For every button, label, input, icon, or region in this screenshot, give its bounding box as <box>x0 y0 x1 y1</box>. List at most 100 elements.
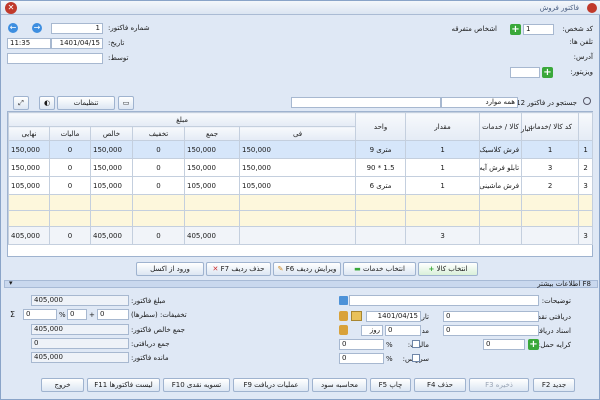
cell-final[interactable]: 150,000 <box>8 140 50 159</box>
col-net[interactable]: خالص <box>90 126 133 141</box>
select-goods-button[interactable]: انتخاب کالا + <box>418 262 478 276</box>
settings-button[interactable]: تنظیمات <box>57 96 115 110</box>
service-input[interactable]: 0 <box>339 353 384 364</box>
cell-net[interactable]: 150,000 <box>90 140 133 159</box>
cell-qty[interactable]: 1 <box>405 140 481 159</box>
empty-cell[interactable] <box>49 194 91 211</box>
add-visitor-button[interactable]: + <box>542 67 553 78</box>
freight-input[interactable]: 0 <box>483 339 525 350</box>
empty-cell[interactable] <box>184 194 240 211</box>
forward-arrow-icon[interactable]: → <box>32 23 42 33</box>
visitor-input[interactable] <box>510 67 540 78</box>
receive-ops-button[interactable]: عملیات دریافت F9 <box>233 378 309 392</box>
delete-button[interactable]: حذف F4 <box>414 378 466 392</box>
select-services-button[interactable]: انتخاب خدمات ▬ <box>343 262 416 276</box>
empty-cell[interactable] <box>355 210 407 227</box>
empty-cell[interactable] <box>184 210 240 227</box>
discount-percent-input[interactable]: 0 <box>67 309 87 320</box>
col-unit[interactable]: واحد <box>355 112 407 141</box>
empty-cell[interactable] <box>479 210 523 227</box>
cell-sum[interactable]: 150,000 <box>184 140 240 159</box>
empty-cell[interactable] <box>521 194 580 211</box>
cell-rownum[interactable]: 3 <box>578 176 594 195</box>
empty-cell[interactable] <box>132 194 185 211</box>
cell-sum[interactable]: 150,000 <box>184 158 240 177</box>
save-button[interactable]: ذخیره F3 <box>469 378 529 392</box>
col-qty[interactable]: مقدار <box>405 112 481 141</box>
cell-final[interactable]: 105,000 <box>8 176 50 195</box>
cell-tax[interactable]: 0 <box>49 158 91 177</box>
empty-cell[interactable] <box>405 210 481 227</box>
table-row[interactable]: 150,000 0 150,000 0 150,000 150,000 9 متری 1 فرش… <box>8 140 594 159</box>
table-row[interactable]: 105,000 0 105,000 0 105,000 105,000 6 متری 1 فرش… <box>8 176 594 195</box>
empty-row[interactable] <box>8 210 594 227</box>
cell-tax[interactable]: 0 <box>49 140 91 159</box>
col-final[interactable]: نهایی <box>8 126 50 141</box>
by-input[interactable] <box>7 53 103 64</box>
cell-discount[interactable]: 0 <box>132 140 185 159</box>
empty-cell[interactable] <box>355 194 407 211</box>
col-tax[interactable]: مالیات <box>49 126 91 141</box>
search-input[interactable] <box>291 97 441 108</box>
cash-settle-button[interactable]: تسویه نقدی F10 <box>163 378 230 392</box>
cell-unit[interactable]: 90 * 1.5 <box>355 158 407 177</box>
cell-net[interactable]: 105,000 <box>90 176 133 195</box>
cell-discount[interactable]: 0 <box>132 158 185 177</box>
discount-total-input[interactable]: 0 <box>23 309 57 320</box>
empty-row[interactable] <box>8 194 594 211</box>
empty-cell[interactable] <box>90 194 133 211</box>
fullscreen-icon[interactable]: ⤢ <box>13 96 29 110</box>
service-checkbox[interactable] <box>412 354 420 362</box>
cell-net[interactable]: 150,000 <box>90 158 133 177</box>
cell-code[interactable]: 1 <box>521 140 580 159</box>
time-input[interactable]: 11:35 <box>7 38 51 49</box>
empty-cell[interactable] <box>8 194 50 211</box>
delete-row-button[interactable]: حذف ردیف F7 ✕ <box>206 262 271 276</box>
date-input[interactable]: 1401/04/15 <box>51 38 103 49</box>
customer-code-input[interactable]: 1 <box>523 24 554 35</box>
new-button[interactable]: جدید F2 <box>533 378 575 392</box>
profit-button[interactable]: محاسبه سود <box>312 378 367 392</box>
cell-final[interactable]: 150,000 <box>8 158 50 177</box>
cell-code[interactable]: 2 <box>521 176 580 195</box>
cell-rownum[interactable]: 1 <box>578 140 594 159</box>
cell-desc[interactable]: تابلو فرش آیه <box>479 158 523 177</box>
cell-sum[interactable]: 105,000 <box>184 176 240 195</box>
sigma-icon[interactable]: Σ <box>10 310 15 319</box>
empty-cell[interactable] <box>8 210 50 227</box>
empty-cell[interactable] <box>578 210 594 227</box>
empty-cell[interactable] <box>238 210 357 227</box>
invoice-number-input[interactable]: 1 <box>51 23 103 34</box>
empty-cell[interactable] <box>479 194 523 211</box>
cell-desc[interactable]: فرش ماشینی مهسون <box>479 176 523 195</box>
palette-icon[interactable]: ◐ <box>39 96 55 110</box>
add-customer-button[interactable]: + <box>510 24 521 35</box>
empty-cell[interactable] <box>578 194 594 211</box>
more-info-header[interactable]: F8 اطلاعات بیشتر ▾ <box>4 279 598 288</box>
col-discount[interactable]: تخفیف <box>132 126 185 141</box>
empty-cell[interactable] <box>49 210 91 227</box>
lock-icon[interactable] <box>339 311 348 321</box>
cell-price[interactable]: 105,000 <box>238 176 357 195</box>
back-arrow-icon[interactable]: ← <box>8 23 18 33</box>
notes-attach-icon[interactable] <box>339 296 348 305</box>
exit-button[interactable]: خروج <box>41 378 84 392</box>
docs-input[interactable]: 0 <box>443 325 539 336</box>
collapse-chevron-icon[interactable]: ▾ <box>9 279 13 287</box>
empty-cell[interactable] <box>405 194 481 211</box>
empty-cell[interactable] <box>521 210 580 227</box>
cell-rownum[interactable]: 2 <box>578 158 594 177</box>
cell-unit[interactable]: 9 متری <box>355 140 407 159</box>
calendar-icon[interactable] <box>351 311 362 321</box>
cell-qty[interactable]: 1 <box>405 176 481 195</box>
empty-cell[interactable] <box>132 210 185 227</box>
cell-discount[interactable]: 0 <box>132 176 185 195</box>
cell-code[interactable]: 3 <box>521 158 580 177</box>
settle-input[interactable]: 0 <box>385 325 421 336</box>
cash-input[interactable]: 0 <box>443 311 539 322</box>
search-scope-select[interactable]: همه موارد <box>441 97 518 108</box>
col-price[interactable]: فی <box>238 126 357 141</box>
table-row[interactable]: 150,000 0 150,000 0 150,000 150,000 90 * 1.5 1 ت… <box>8 158 594 177</box>
cell-desc[interactable]: فرش کلاسیک 719 <box>479 140 523 159</box>
cell-price[interactable]: 150,000 <box>238 158 357 177</box>
